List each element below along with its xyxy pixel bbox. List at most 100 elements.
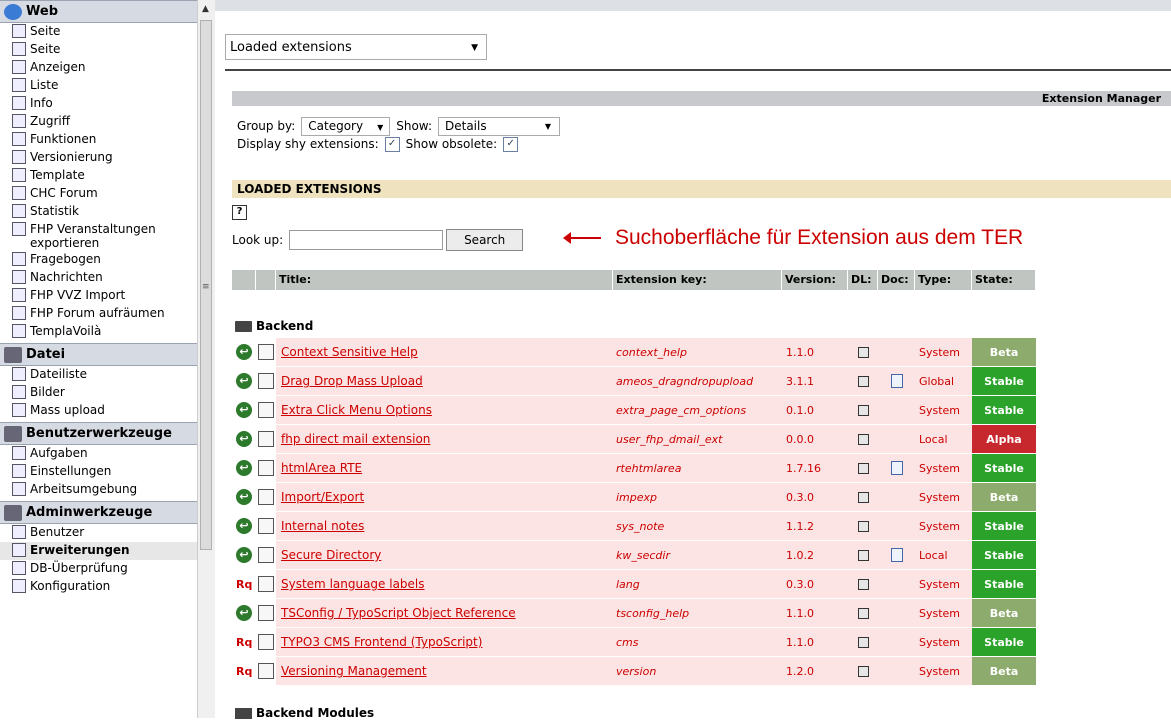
download-icon[interactable] [857, 346, 869, 358]
show-select[interactable]: Details ▼ [438, 116, 560, 136]
chevron-down-icon: ▼ [471, 43, 478, 53]
sidebar-item[interactable]: Template [0, 167, 197, 185]
globe-icon [4, 3, 22, 20]
sidebar-item[interactable]: FHP Veranstaltungen exportieren [0, 221, 197, 251]
page-title: Extension Manager [232, 91, 1171, 106]
table-header: Title: Extension key: Version: DL: Doc: … [232, 270, 1036, 290]
section-adminwerkzeuge[interactable]: Adminwerkzeuge [0, 501, 197, 524]
extension-title-link[interactable]: TSConfig / TypoScript Object Reference [276, 599, 613, 627]
sidebar-item-label: Arbeitsumgebung [30, 482, 138, 496]
sidebar-item[interactable]: Erweiterungen [0, 542, 197, 560]
install-toggle-icon[interactable]: ↩ [236, 460, 252, 476]
sidebar-item[interactable]: Info [0, 95, 197, 113]
extension-title-link[interactable]: fhp direct mail extension [276, 425, 613, 453]
sidebar-item[interactable]: Fragebogen [0, 251, 197, 269]
col-version[interactable]: Version: [782, 270, 848, 290]
extension-title-link[interactable]: Context Sensitive Help [276, 338, 613, 366]
col-title[interactable]: Title: [276, 270, 613, 290]
download-icon[interactable] [857, 549, 869, 561]
download-icon[interactable] [857, 491, 869, 503]
sidebar-item[interactable]: Anzeigen [0, 59, 197, 77]
document-icon[interactable] [890, 374, 903, 388]
show-obsolete-label: Show obsolete: [405, 137, 498, 151]
shy-extensions-checkbox[interactable]: ✓ [384, 136, 400, 152]
download-icon[interactable] [857, 404, 869, 416]
install-toggle-icon[interactable]: ↩ [236, 547, 252, 563]
sidebar-item-label: FHP Veranstaltungen exportieren [30, 222, 156, 250]
download-icon[interactable] [857, 607, 869, 619]
admin-tools-icon [4, 504, 22, 521]
extension-version: 1.1.0 [782, 599, 848, 627]
sidebar-item[interactable]: Bilder [0, 384, 197, 402]
state-badge: Stable [972, 396, 1036, 424]
database-icon [12, 561, 26, 575]
download-icon[interactable] [857, 375, 869, 387]
extension-title-link[interactable]: Extra Click Menu Options [276, 396, 613, 424]
sidebar-item[interactable]: Mass upload [0, 402, 197, 420]
install-toggle-icon[interactable]: ↩ [236, 431, 252, 447]
extension-title-link[interactable]: htmlArea RTE [276, 454, 613, 482]
sidebar-item[interactable]: TemplaVoilà [0, 323, 197, 341]
sidebar-item[interactable]: Aufgaben [0, 445, 197, 463]
col-type[interactable]: Type: [915, 270, 972, 290]
section-benutzerwerkzeuge[interactable]: Benutzerwerkzeuge [0, 422, 197, 445]
document-icon[interactable] [890, 548, 903, 562]
download-icon[interactable] [857, 462, 869, 474]
install-toggle-icon[interactable]: ↩ [236, 344, 252, 360]
install-toggle-icon[interactable]: ↩ [236, 518, 252, 534]
download-icon[interactable] [857, 520, 869, 532]
extension-title-link[interactable]: Versioning Management [276, 657, 613, 685]
sidebar-item[interactable]: Einstellungen [0, 463, 197, 481]
download-icon[interactable] [857, 578, 869, 590]
sidebar-item-label: Template [30, 168, 85, 182]
sidebar-item-label: DB-Überprüfung [30, 561, 128, 575]
sidebar-scrollbar[interactable]: ▲ ≡ [197, 0, 215, 718]
install-toggle-icon[interactable]: ↩ [236, 373, 252, 389]
sidebar-item[interactable]: Seite [0, 41, 197, 59]
sidebar-item[interactable]: Dateiliste [0, 366, 197, 384]
search-button[interactable]: Search [446, 229, 524, 251]
lookup-input[interactable] [289, 230, 444, 250]
sidebar-item[interactable]: Versionierung [0, 149, 197, 167]
sidebar-item[interactable]: Statistik [0, 203, 197, 221]
col-key[interactable]: Extension key: [613, 270, 782, 290]
install-toggle-icon[interactable]: ↩ [236, 489, 252, 505]
document-icon[interactable] [890, 461, 903, 475]
group-by-select[interactable]: Category ▼ [301, 116, 391, 136]
download-icon[interactable] [857, 433, 869, 445]
sidebar-item[interactable]: DB-Überprüfung [0, 560, 197, 578]
sidebar-item[interactable]: Benutzer [0, 524, 197, 542]
extension-title-link[interactable]: Drag Drop Mass Upload [276, 367, 613, 395]
show-obsolete-checkbox[interactable]: ✓ [503, 136, 519, 152]
sidebar-item-label: Erweiterungen [30, 543, 130, 557]
install-toggle-icon[interactable]: ↩ [236, 402, 252, 418]
extension-title-link[interactable]: Internal notes [276, 512, 613, 540]
sidebar-item[interactable]: Seite [0, 23, 197, 41]
sidebar-item[interactable]: FHP VVZ Import [0, 287, 197, 305]
extension-title-link[interactable]: TYPO3 CMS Frontend (TypoScript) [276, 628, 613, 656]
extension-title-link[interactable]: Import/Export [276, 483, 613, 511]
sidebar-item[interactable]: CHC Forum [0, 185, 197, 203]
sidebar-item-label: Funktionen [30, 132, 97, 146]
table-row: Rq System language labels lang 0.3.0 System S… [232, 570, 1036, 598]
sidebar-item[interactable]: Zugriff [0, 113, 197, 131]
extension-title-link[interactable]: System language labels [276, 570, 613, 598]
sidebar-item[interactable]: Arbeitsumgebung [0, 481, 197, 499]
sidebar-item[interactable]: FHP Forum aufräumen [0, 305, 197, 323]
sidebar-item[interactable]: Liste [0, 77, 197, 95]
function-menu[interactable]: Loaded extensions ▼ [225, 34, 487, 60]
section-web[interactable]: Web [0, 0, 197, 23]
section-datei[interactable]: Datei [0, 343, 197, 366]
folder-icon [235, 707, 252, 719]
help-icon[interactable]: ? [232, 205, 247, 220]
extension-title-link[interactable]: Secure Directory [276, 541, 613, 569]
sidebar-item[interactable]: Funktionen [0, 131, 197, 149]
top-bar [215, 0, 1171, 11]
download-icon[interactable] [857, 636, 869, 648]
sidebar-item[interactable]: Nachrichten [0, 269, 197, 287]
download-icon[interactable] [857, 665, 869, 677]
col-state[interactable]: State: [972, 270, 1036, 290]
sidebar-item[interactable]: Konfiguration [0, 578, 197, 596]
scroll-up-icon[interactable]: ▲ [202, 4, 209, 14]
install-toggle-icon[interactable]: ↩ [236, 605, 252, 621]
